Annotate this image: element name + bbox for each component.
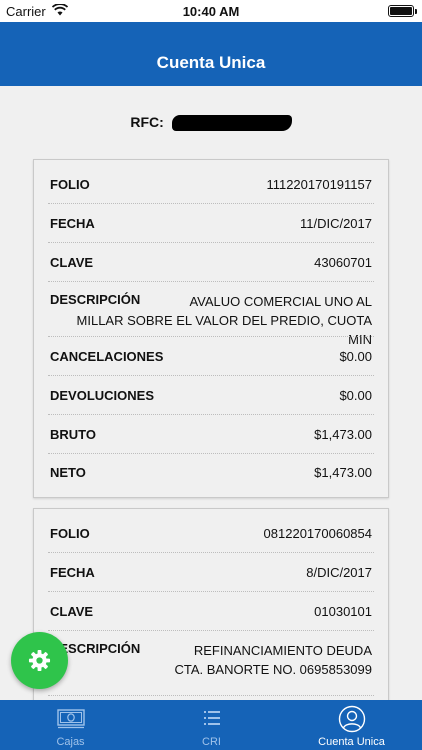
clave-label: CLAVE: [50, 255, 94, 270]
bruto-label: BRUTO: [50, 427, 96, 442]
clock: 10:40 AM: [182, 4, 240, 19]
bruto-value: $1,473.00: [314, 427, 372, 442]
divider: [48, 203, 374, 204]
clave-value: 01030101: [314, 604, 372, 619]
divider: [48, 695, 374, 696]
folio-value: 081220170060854: [263, 526, 372, 541]
rfc-redacted-value: [171, 115, 292, 132]
divider: [48, 630, 374, 631]
gear-icon: [28, 649, 51, 672]
tab-cri[interactable]: CRI: [141, 700, 282, 750]
tab-cuenta-unica[interactable]: Cuenta Unica: [281, 700, 422, 750]
folio-label: FOLIO: [50, 177, 90, 192]
divider: [48, 552, 374, 553]
content-scroll[interactable]: RFC: FOLIO 111220170191157 FECHA 11/DIC/…: [0, 86, 422, 700]
descripcion-row: DESCRIPCIÓN REFINANCIAMIENTO DEUDA CTA. …: [34, 641, 388, 681]
folio-label: FOLIO: [50, 526, 90, 541]
tab-label: Cajas: [56, 736, 85, 748]
tab-label: Cuenta Unica: [318, 736, 385, 748]
list-icon: [203, 711, 220, 725]
rfc-label: RFC:: [130, 114, 164, 130]
fecha-value: 11/DIC/2017: [299, 216, 372, 231]
divider: [48, 281, 374, 282]
devoluciones-value: $0.00: [339, 388, 372, 403]
neto-value: $1,473.00: [314, 465, 372, 480]
fecha-value: 8/DIC/2017: [306, 565, 372, 580]
descripcion-row: DESCRIPCIÓN AVALUO COMERCIAL UNO AL MILL…: [34, 292, 388, 347]
descripcion-value: AVALUO COMERCIAL UNO AL MILLAR SOBRE EL …: [76, 294, 372, 347]
devoluciones-label: DEVOLUCIONES: [50, 388, 155, 403]
status-bar: Carrier 10:40 AM: [0, 0, 422, 22]
page-title: Cuenta Unica: [156, 53, 266, 72]
tab-label: CRI: [202, 736, 221, 748]
descripcion-value: REFINANCIAMIENTO DEUDA CTA. BANORTE NO. …: [174, 643, 372, 677]
neto-label: NETO: [50, 465, 86, 480]
record-card: FOLIO 111220170191157 FECHA 11/DIC/2017 …: [33, 159, 389, 498]
rfc-row: RFC:: [0, 114, 422, 132]
divider: [48, 453, 374, 454]
divider: [48, 414, 374, 415]
fecha-label: FECHA: [50, 565, 95, 580]
settings-button[interactable]: [11, 632, 68, 689]
battery-icon: [388, 5, 417, 17]
tab-bar: Cajas CRI Cuenta Unica: [0, 700, 422, 750]
tab-cajas[interactable]: Cajas: [0, 700, 141, 750]
divider: [48, 375, 374, 376]
clave-value: 43060701: [314, 255, 372, 270]
cancelaciones-label: CANCELACIONES: [50, 349, 164, 364]
user-icon: [338, 705, 365, 733]
clave-label: CLAVE: [50, 604, 94, 619]
divider: [48, 336, 374, 337]
folio-value: 111220170191157: [266, 177, 372, 192]
divider: [48, 242, 374, 243]
cash-icon: [56, 709, 85, 729]
fecha-label: FECHA: [50, 216, 95, 231]
divider: [48, 591, 374, 592]
record-card: FOLIO 081220170060854 FECHA 8/DIC/2017 C…: [33, 508, 389, 700]
cancelaciones-value: $0.00: [339, 349, 372, 364]
navigation-bar: Cuenta Unica: [0, 22, 422, 86]
